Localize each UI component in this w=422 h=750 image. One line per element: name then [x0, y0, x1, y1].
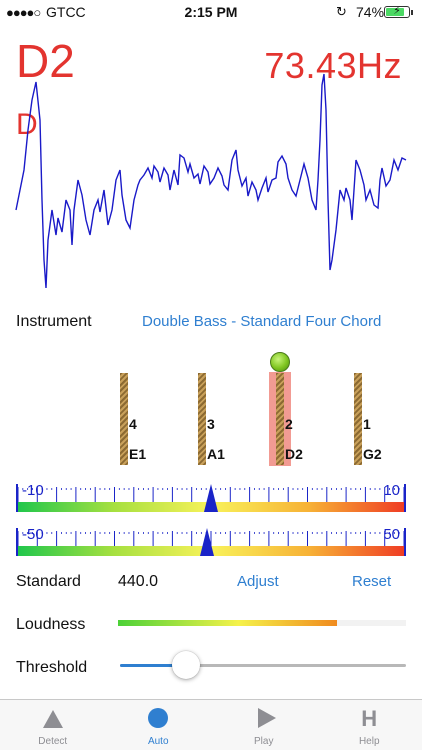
string-2-note: D2 [285, 446, 303, 462]
circle-icon [106, 708, 212, 730]
adjust-button[interactable]: Adjust [237, 573, 279, 590]
string-1-number: 1 [363, 416, 371, 432]
threshold-label: Threshold [16, 659, 88, 676]
string-3[interactable] [198, 373, 206, 465]
tab-auto-label: Auto [147, 736, 169, 747]
meter-max-label: 50 [383, 526, 400, 543]
meter-left-edge [16, 484, 18, 512]
tab-play[interactable]: Play [211, 700, 317, 750]
tab-detect[interactable]: Detect [0, 700, 106, 750]
string-4[interactable] [120, 373, 128, 465]
loudness-label: Loudness [16, 616, 86, 633]
tab-help-label: Help [358, 736, 380, 747]
meter-pointer-icon [204, 484, 218, 512]
string-4-note: E1 [129, 446, 147, 462]
threshold-slider[interactable] [120, 651, 406, 679]
tab-detect-label: Detect [38, 736, 68, 747]
tuning-meter-fine: -50 50 [16, 526, 406, 556]
meter-max-label: 10 [383, 482, 400, 499]
string-4-number: 4 [129, 416, 137, 432]
play-icon [211, 708, 317, 730]
tab-bar: Detect Auto Play H Help [0, 699, 422, 750]
tab-play-label: Play [254, 736, 274, 747]
charging-bolt-icon: ⚡ [393, 5, 401, 17]
string-2-number: 2 [285, 416, 293, 432]
string-1-note: G2 [363, 446, 382, 462]
battery-icon: ⚡ [384, 5, 410, 18]
waveform-display [15, 73, 407, 289]
meter-right-edge [404, 484, 406, 512]
standard-label: Standard [16, 573, 81, 590]
instrument-selector[interactable]: Double Bass - Standard Four Chord [142, 313, 381, 330]
instrument-label: Instrument [16, 313, 92, 330]
meter-pointer-icon [200, 528, 215, 556]
threshold-slider-thumb[interactable] [171, 651, 200, 679]
reset-button[interactable]: Reset [352, 573, 391, 590]
tab-auto[interactable]: Auto [106, 700, 212, 750]
string-3-note: A1 [207, 446, 225, 462]
help-h-icon: H [361, 706, 378, 731]
loudness-meter [118, 620, 406, 626]
battery-nub [411, 10, 413, 15]
orientation-lock-icon: ↻ [336, 4, 347, 19]
waveform-line [15, 73, 407, 289]
string-1[interactable] [354, 373, 362, 465]
active-string-indicator [270, 352, 290, 372]
meter-min-label: -50 [22, 526, 44, 543]
meter-min-label: -10 [22, 482, 44, 499]
meter-left-edge [16, 528, 18, 556]
triangle-up-icon [0, 708, 106, 730]
tuning-meter-coarse: -10 10 [16, 482, 406, 512]
meter-right-edge [404, 528, 406, 556]
status-bar: ●●●●○ GTCC 2:15 PM ↻ 74% ⚡ [0, 0, 422, 24]
string-3-number: 3 [207, 416, 215, 432]
string-2[interactable] [276, 373, 284, 465]
battery-percent: 74% [356, 4, 385, 20]
string-selector: 4 E1 3 A1 2 D2 1 G2 [0, 350, 422, 470]
tab-help[interactable]: H Help [317, 700, 422, 750]
loudness-meter-fill [118, 620, 337, 626]
standard-pitch-value: 440.0 [118, 573, 159, 590]
